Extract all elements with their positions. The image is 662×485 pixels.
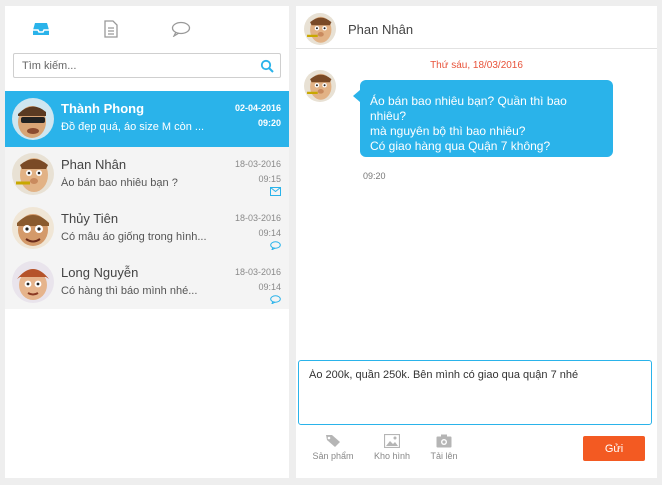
conversation-preview: Có mẫu áo giống trong hình... [61, 231, 207, 243]
chat-header: Phan Nhân [296, 6, 657, 49]
image-icon [384, 434, 400, 448]
conversation-list: Thành Phong Đồ đẹp quá, áo size M còn ..… [5, 91, 289, 309]
conversation-time: 09:14 [258, 228, 281, 238]
search-icon[interactable] [260, 59, 274, 73]
conversation-date: 18-03-2016 [234, 267, 281, 277]
conversation-name: Thành Phong [61, 101, 145, 116]
document-icon [104, 20, 118, 38]
mail-icon [270, 187, 281, 196]
date-separator: Thứ sáu, 18/03/2016 [430, 60, 523, 71]
image-library-button[interactable]: Kho hình [367, 434, 417, 461]
avatar [304, 70, 336, 102]
camera-icon [436, 434, 452, 448]
conversation-time: 09:14 [258, 282, 281, 292]
message-line: mà nguyên bộ thì bao nhiêu? [370, 124, 526, 138]
message-line: Áo bán bao nhiêu bạn? Quần thì bao nhiêu… [370, 94, 567, 123]
avatar [12, 98, 54, 140]
avatar [12, 207, 54, 249]
conversation-preview: Có hàng thì báo mình nhé... [61, 285, 198, 297]
conversation-name: Phan Nhân [61, 157, 127, 172]
conversation-item[interactable]: Phan Nhân Áo bán bao nhiêu bạn ? 18-03-2… [5, 147, 289, 201]
conversation-item[interactable]: Long Nguyễn Có hàng thì báo mình nhé... … [5, 255, 289, 309]
message-line: Có giao hàng qua Quận 7 không? [370, 139, 551, 153]
avatar [304, 13, 336, 45]
chat-bubble-icon [270, 295, 281, 304]
conversation-item[interactable]: Thủy Tiên Có mẫu áo giống trong hình... … [5, 201, 289, 255]
conversation-preview: Áo bán bao nhiêu bạn ? [61, 177, 178, 189]
tab-inbox[interactable] [29, 18, 53, 40]
conversation-date: 18-03-2016 [234, 213, 281, 223]
tag-icon [326, 435, 340, 447]
avatar [12, 153, 54, 195]
conversation-item[interactable]: Thành Phong Đồ đẹp quá, áo size M còn ..… [5, 91, 289, 147]
message-bubble: Áo bán bao nhiêu bạn? Quần thì bao nhiêu… [353, 80, 613, 157]
upload-label: Tải lên [430, 451, 458, 461]
conversation-time: 09:15 [258, 174, 281, 184]
message-input[interactable] [309, 369, 643, 417]
chat-contact-name: Phan Nhân [348, 22, 414, 37]
products-label: Sản phẩm [312, 451, 354, 461]
conversation-name: Long Nguyễn [61, 265, 139, 280]
conversation-sidebar: Thành Phong Đồ đẹp quá, áo size M còn ..… [5, 6, 289, 478]
chat-bubble-icon [270, 241, 281, 250]
conversation-date: 02-04-2016 [234, 103, 281, 113]
products-button[interactable]: Sản phẩm [308, 434, 358, 461]
search-box [13, 53, 281, 78]
avatar [12, 261, 54, 303]
send-button[interactable]: Gửi [583, 436, 645, 461]
inbox-icon [33, 23, 49, 35]
tab-documents[interactable] [99, 18, 123, 40]
conversation-name: Thủy Tiên [61, 211, 119, 226]
image-library-label: Kho hình [373, 451, 411, 461]
conversation-time: 09:20 [257, 118, 281, 128]
message-time: 09:20 [363, 171, 386, 181]
chat-bubble-icon [171, 21, 191, 37]
search-input[interactable] [22, 58, 252, 74]
sidebar-tabs [5, 6, 289, 50]
conversation-preview: Đồ đẹp quá, áo size M còn ... [61, 121, 205, 133]
compose-box [298, 360, 652, 425]
upload-button[interactable]: Tải lên [419, 434, 469, 461]
conversation-date: 18-03-2016 [234, 159, 281, 169]
chat-panel: Phan Nhân Thứ sáu, 18/03/2016 Áo bán bao… [296, 6, 657, 478]
tab-chats[interactable] [169, 18, 193, 40]
